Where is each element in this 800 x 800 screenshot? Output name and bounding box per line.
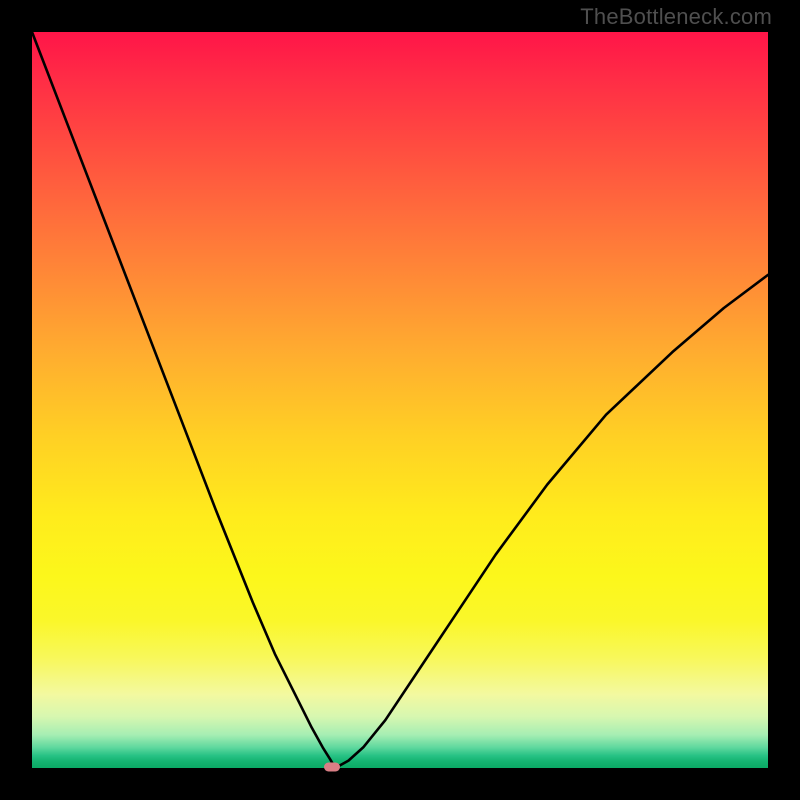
- curve-left-branch: [32, 32, 335, 768]
- bottleneck-curve: [32, 32, 768, 768]
- bottleneck-marker: [324, 762, 340, 771]
- plot-outer: [32, 32, 768, 768]
- chart-frame: TheBottleneck.com: [0, 0, 800, 800]
- curve-right-branch: [335, 275, 768, 768]
- watermark-text: TheBottleneck.com: [580, 4, 772, 30]
